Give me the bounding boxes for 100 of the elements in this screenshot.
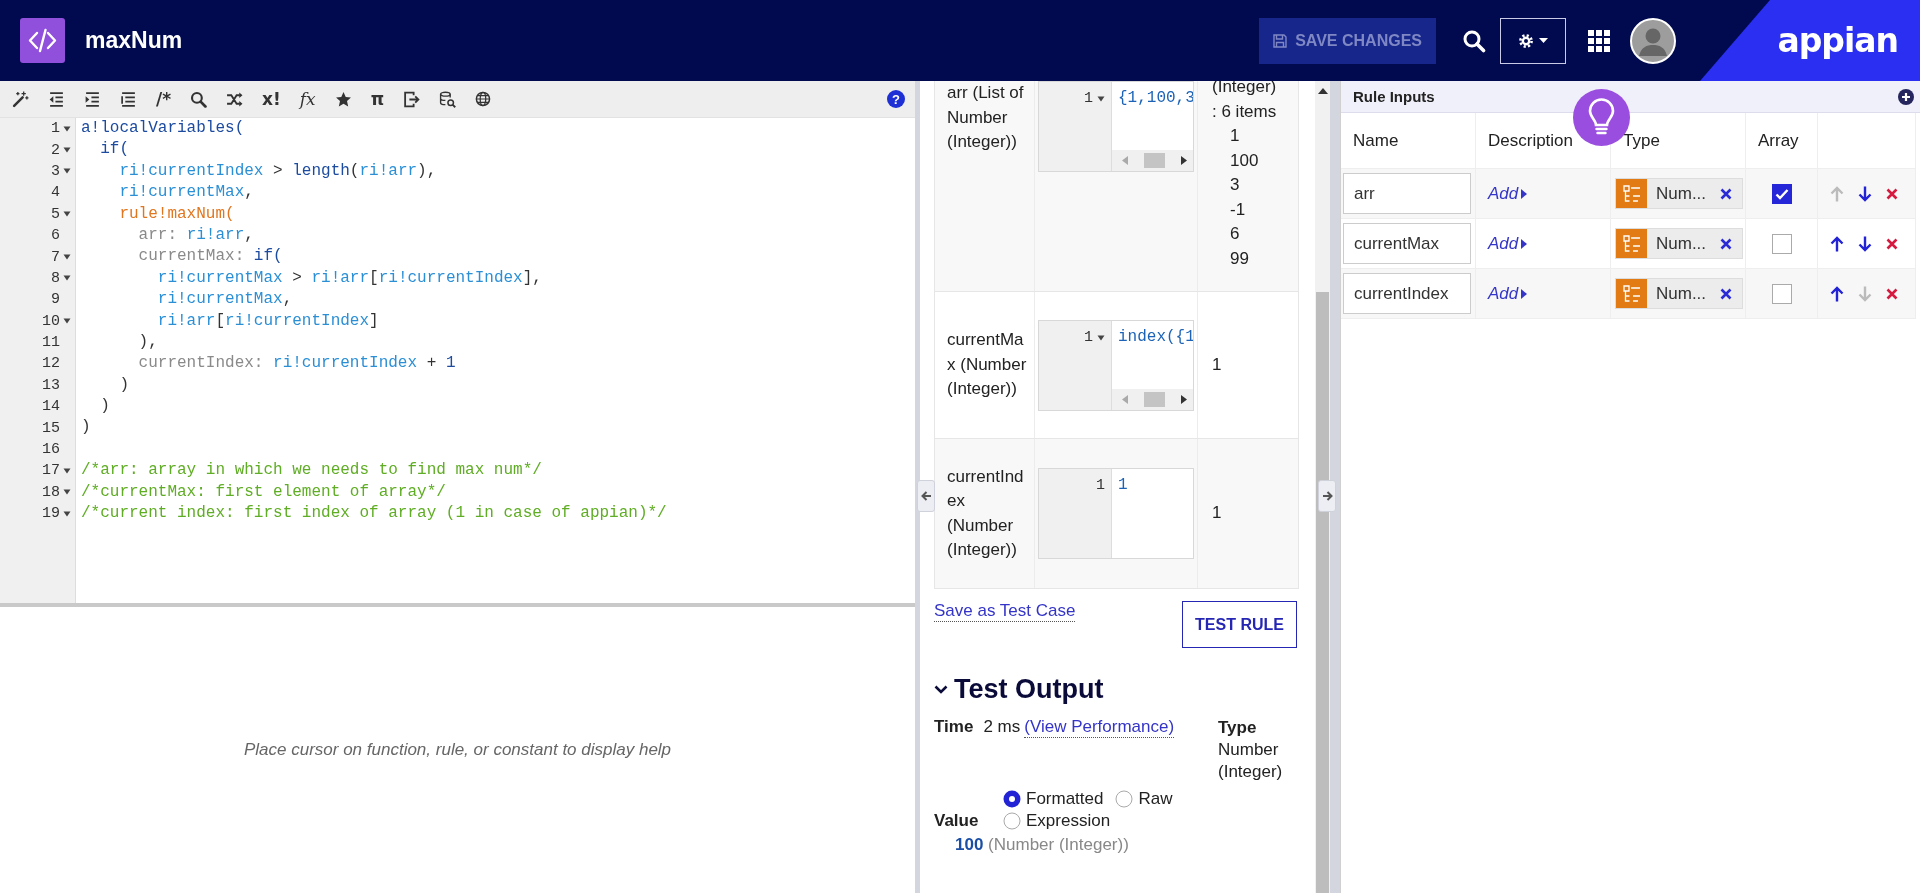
help-button[interactable]: ? bbox=[887, 90, 905, 108]
code-input-field[interactable]: 1 {1,100,3 bbox=[1038, 81, 1194, 172]
time-label: Time bbox=[934, 717, 974, 737]
export-icon[interactable] bbox=[403, 90, 421, 108]
horizontal-scrollbar[interactable] bbox=[1112, 388, 1193, 410]
type-name: Num... bbox=[1656, 283, 1708, 304]
outdent-icon[interactable] bbox=[48, 90, 65, 108]
settings-button[interactable] bbox=[1500, 17, 1566, 64]
fold-arrow-icon[interactable] bbox=[63, 318, 71, 325]
line-number: 1 bbox=[51, 120, 60, 138]
search-icon[interactable] bbox=[1462, 28, 1486, 53]
code-line: arr: ri!arr, bbox=[137, 224, 255, 246]
checkbox[interactable] bbox=[1771, 183, 1792, 204]
add-description-link[interactable]: Add bbox=[1488, 283, 1528, 304]
checkbox[interactable] bbox=[1771, 233, 1792, 254]
remove-icon[interactable] bbox=[1720, 287, 1732, 300]
page-title: maxNum bbox=[85, 27, 183, 54]
checkbox[interactable] bbox=[1771, 283, 1792, 304]
radio-button[interactable] bbox=[1115, 790, 1134, 808]
shuffle-icon[interactable] bbox=[226, 90, 244, 108]
fold-arrow-icon[interactable] bbox=[1097, 334, 1105, 341]
vertical-scrollbar[interactable] bbox=[1315, 81, 1330, 893]
code-line: if( bbox=[99, 139, 130, 161]
result-item: 1 bbox=[1229, 125, 1241, 147]
add-icon[interactable] bbox=[1898, 88, 1914, 105]
panel-toggle-button[interactable] bbox=[1318, 480, 1336, 512]
fold-arrow-icon[interactable] bbox=[63, 510, 71, 517]
remove-icon[interactable] bbox=[1720, 237, 1732, 250]
type-chip[interactable]: Num... bbox=[1615, 228, 1743, 259]
section-heading: Test Output bbox=[954, 674, 1104, 705]
type-label: Type bbox=[1218, 717, 1258, 739]
toolbar-button[interactable]: /* bbox=[156, 90, 172, 108]
name-field[interactable]: currentIndex bbox=[1343, 273, 1471, 314]
arrow-down-icon[interactable] bbox=[1858, 185, 1872, 202]
radio-option[interactable]: Raw bbox=[1115, 789, 1173, 809]
toolbar-button[interactable]: fx bbox=[299, 90, 316, 108]
code-input-field[interactable]: 1 1 bbox=[1038, 468, 1194, 559]
panel-toggle-button[interactable] bbox=[917, 480, 935, 512]
radio-option[interactable]: Expression bbox=[1003, 811, 1111, 831]
fold-arrow-icon[interactable] bbox=[63, 254, 71, 261]
arrow-up-icon[interactable] bbox=[1830, 285, 1844, 302]
add-description-link[interactable]: Add bbox=[1488, 183, 1528, 204]
data-type-icon bbox=[1616, 179, 1647, 208]
scrollbar-thumb[interactable] bbox=[1144, 391, 1165, 407]
scroll-up-icon[interactable] bbox=[1318, 88, 1328, 94]
line-number: 4 bbox=[51, 184, 60, 202]
database-search-icon[interactable] bbox=[439, 90, 457, 108]
input-label: arr (List of Number (Integer)) bbox=[947, 82, 1025, 153]
help-message: Place cursor on function, rule, or constant to display help bbox=[243, 740, 672, 760]
scroll-right-icon[interactable] bbox=[1181, 394, 1187, 404]
delete-icon[interactable] bbox=[1886, 187, 1898, 200]
list-icon[interactable] bbox=[120, 90, 137, 108]
indent-icon[interactable] bbox=[84, 90, 101, 108]
radio-button[interactable] bbox=[1003, 812, 1021, 830]
scroll-right-icon[interactable] bbox=[1181, 156, 1187, 165]
fold-arrow-icon[interactable] bbox=[63, 147, 71, 154]
fold-arrow-icon[interactable] bbox=[63, 125, 71, 132]
radio-button[interactable] bbox=[1003, 790, 1021, 808]
arrow-down-icon[interactable] bbox=[1858, 235, 1872, 252]
scrollbar-thumb[interactable] bbox=[1316, 292, 1329, 893]
search-icon[interactable] bbox=[190, 90, 208, 108]
line-number: 11 bbox=[42, 334, 60, 352]
chevron-down-icon[interactable] bbox=[934, 685, 948, 694]
avatar-icon[interactable] bbox=[1630, 17, 1676, 64]
toolbar-button[interactable]: π bbox=[370, 90, 385, 108]
panel-title: Rule Inputs bbox=[1353, 88, 1435, 105]
type-chip[interactable]: Num... bbox=[1615, 178, 1743, 209]
data-type-icon bbox=[1616, 279, 1647, 308]
scrollbar-thumb[interactable] bbox=[1144, 153, 1165, 168]
code-line: /*arr: array in which we needs to find max num*/ bbox=[81, 460, 543, 482]
horizontal-scrollbar[interactable] bbox=[1112, 150, 1193, 171]
add-description-link[interactable]: Add bbox=[1488, 233, 1528, 254]
apps-grid-icon[interactable] bbox=[1588, 29, 1610, 52]
fold-arrow-icon[interactable] bbox=[63, 275, 71, 282]
test-rule-button[interactable]: TEST RULE bbox=[1182, 601, 1297, 648]
fold-arrow-icon[interactable] bbox=[63, 168, 71, 175]
line-number: 13 bbox=[42, 376, 60, 394]
magic-wand-icon[interactable] bbox=[12, 90, 29, 108]
code-line: ) bbox=[81, 417, 92, 439]
type-chip[interactable]: Num... bbox=[1615, 278, 1743, 309]
star-icon[interactable] bbox=[334, 90, 352, 108]
save-test-case-link[interactable]: Save as Test Case bbox=[934, 601, 1076, 622]
arrow-up-icon[interactable] bbox=[1830, 235, 1844, 252]
fold-arrow-icon[interactable] bbox=[63, 467, 71, 474]
remove-icon[interactable] bbox=[1720, 187, 1732, 200]
delete-icon[interactable] bbox=[1886, 237, 1898, 250]
result-text: : 6 items bbox=[1212, 100, 1278, 123]
fold-arrow-icon[interactable] bbox=[1097, 96, 1105, 102]
name-field[interactable]: currentMax bbox=[1343, 223, 1471, 264]
view-performance-link[interactable]: (View Performance) bbox=[1024, 717, 1175, 738]
fold-arrow-icon[interactable] bbox=[63, 211, 71, 218]
delete-icon[interactable] bbox=[1886, 287, 1898, 300]
globe-icon[interactable] bbox=[475, 90, 493, 108]
code-line: currentMax: if( bbox=[137, 246, 284, 268]
code-line: a!localVariables( bbox=[81, 118, 246, 139]
line-number: 7 bbox=[51, 248, 60, 266]
toolbar-button[interactable]: x! bbox=[262, 90, 281, 108]
name-field[interactable]: arr bbox=[1343, 173, 1471, 214]
radio-option[interactable]: Formatted bbox=[1003, 789, 1104, 809]
fold-arrow-icon[interactable] bbox=[63, 489, 71, 496]
